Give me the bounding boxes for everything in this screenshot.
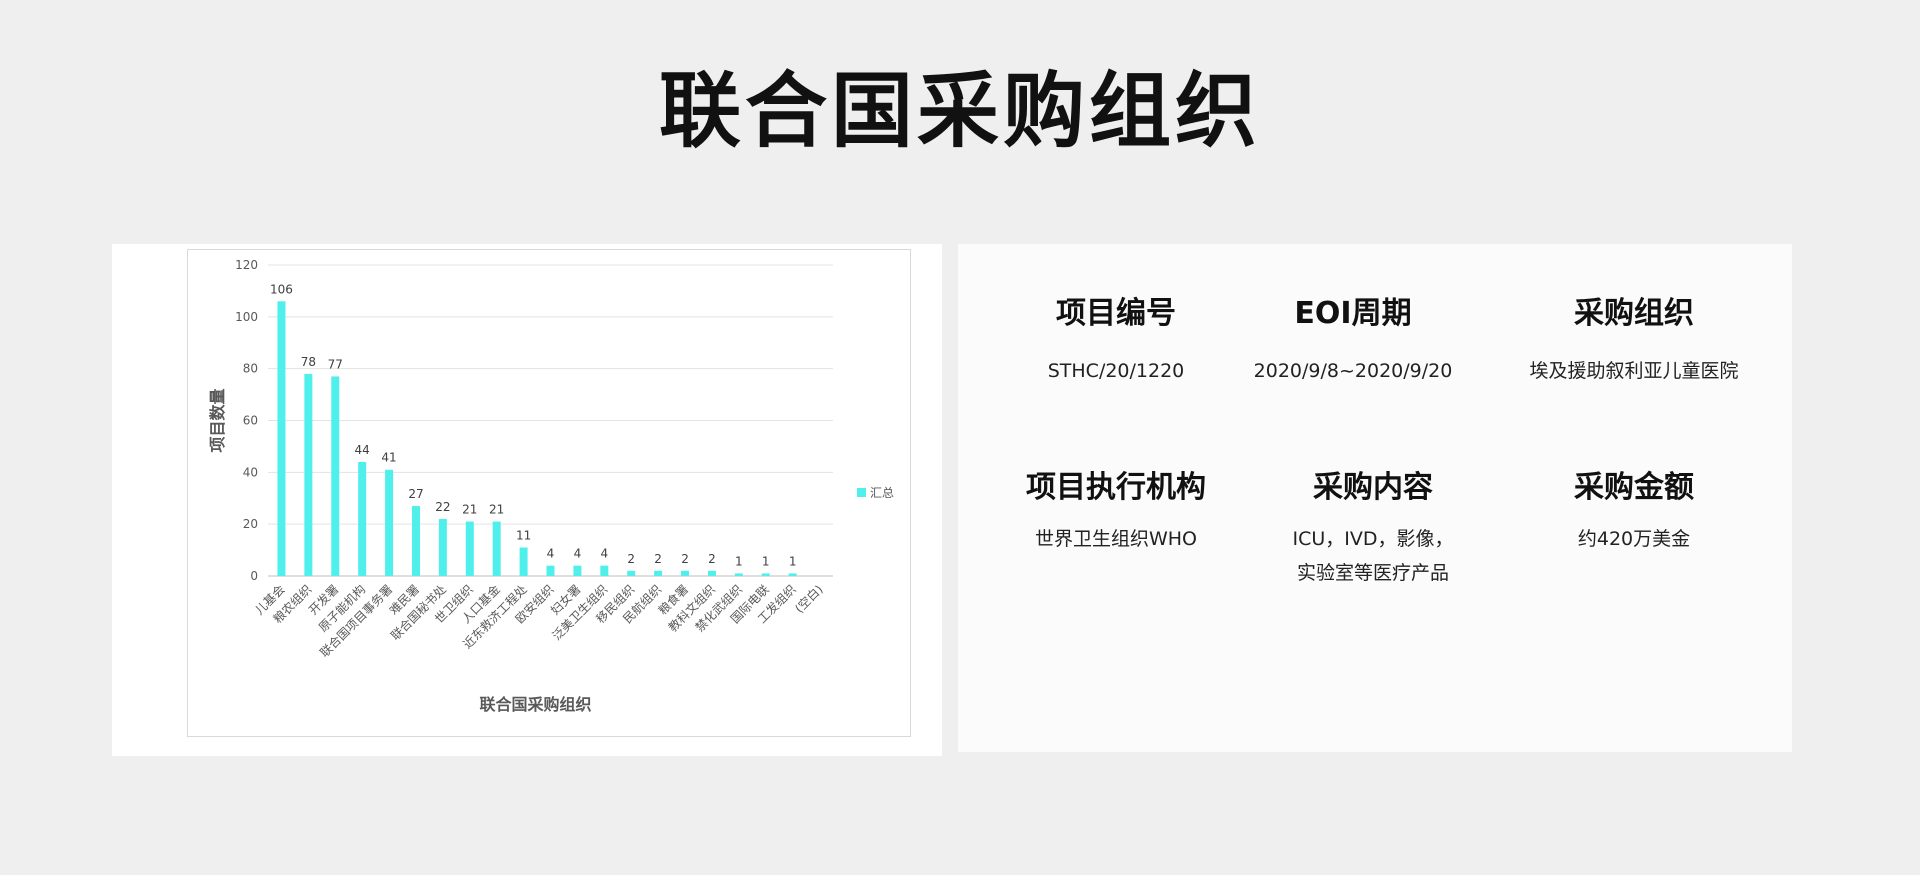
eoi-period-value: 2020/9/8~2020/9/20 xyxy=(1253,360,1453,382)
page-title: 联合国采购组织 xyxy=(658,64,1261,159)
bar xyxy=(492,521,501,576)
content-label: 采购内容 xyxy=(1313,470,1433,505)
project-no-value: STHC/20/1220 xyxy=(1047,360,1185,382)
purchaser-value: 埃及援助叙利亚儿童医院 xyxy=(1529,360,1739,382)
data-label: 78 xyxy=(301,355,316,369)
bar xyxy=(331,376,340,576)
data-label: 11 xyxy=(516,528,531,542)
eoi-period-label: EOI周期 xyxy=(1294,296,1412,331)
amount-label: 采购金额 xyxy=(1574,470,1694,505)
bar xyxy=(788,573,797,576)
info-eoi-period: EOI周期 2020/9/8~2020/9/20 xyxy=(1223,294,1483,388)
info-amount: 采购金额 约420万美金 xyxy=(1500,468,1768,556)
y-tick-label: 40 xyxy=(243,465,258,479)
info-panel: 项目编号 STHC/20/1220 EOI周期 2020/9/8~2020/9/… xyxy=(958,244,1792,752)
data-label: 4 xyxy=(547,547,555,561)
content-value-line2: 实验室等医疗产品 xyxy=(1296,562,1449,584)
info-purchaser: 采购组织 埃及援助叙利亚儿童医院 xyxy=(1500,294,1768,388)
data-label: 2 xyxy=(708,552,716,566)
data-label: 22 xyxy=(435,500,450,514)
data-label: 1 xyxy=(762,554,770,568)
data-label: 106 xyxy=(270,282,293,296)
bar-chart: 020406080100120106儿基会78粮农组织77开发署44原子能机构4… xyxy=(208,258,894,714)
y-tick-label: 0 xyxy=(250,569,258,583)
y-tick-label: 20 xyxy=(243,517,258,531)
x-axis-title: 联合国采购组织 xyxy=(479,695,591,714)
data-label: 4 xyxy=(600,547,608,561)
bar xyxy=(304,373,313,576)
y-tick-label: 100 xyxy=(235,310,258,324)
legend-swatch xyxy=(857,488,866,497)
legend-label: 汇总 xyxy=(870,486,894,500)
bar xyxy=(573,565,582,576)
bar xyxy=(385,469,394,576)
data-label: 41 xyxy=(381,451,396,465)
bar xyxy=(761,573,770,576)
y-tick-label: 80 xyxy=(243,362,258,376)
content-value-line1: ICU，IVD，影像， xyxy=(1292,528,1454,550)
executing-agency-label: 项目执行机构 xyxy=(1026,470,1206,505)
y-tick-label: 120 xyxy=(235,258,258,272)
bar xyxy=(465,521,474,576)
executing-agency-value: 世界卫生组织WHO xyxy=(1034,528,1198,550)
data-label: 1 xyxy=(735,554,743,568)
content-value: ICU，IVD，影像， 实验室等医疗产品 xyxy=(1243,522,1503,590)
info-project-no: 项目编号 STHC/20/1220 xyxy=(986,294,1246,388)
bar xyxy=(600,565,609,576)
data-label: 21 xyxy=(489,503,504,517)
info-executing-agency: 项目执行机构 世界卫生组织WHO xyxy=(986,468,1246,556)
bar xyxy=(438,518,447,576)
bar xyxy=(734,573,743,576)
data-label: 1 xyxy=(789,554,797,568)
data-label: 44 xyxy=(355,443,370,457)
data-label: 2 xyxy=(654,552,662,566)
x-tick-label: (空白) xyxy=(791,582,825,616)
y-tick-label: 60 xyxy=(243,414,258,428)
data-label: 2 xyxy=(627,552,635,566)
bar xyxy=(546,565,555,576)
chart-frame: 0 20 40 60 80 100 120 106 儿基会 78 粮农组织 77 开发署 44 原子能机构 4… xyxy=(187,249,911,737)
bar xyxy=(707,570,716,576)
y-axis-title: 项目数量 xyxy=(208,388,227,452)
data-label: 2 xyxy=(681,552,689,566)
data-label: 21 xyxy=(462,503,477,517)
bar xyxy=(277,301,286,576)
info-content: 采购内容 ICU，IVD，影像， 实验室等医疗产品 xyxy=(1243,468,1503,590)
data-label: 77 xyxy=(328,357,343,371)
project-no-label: 项目编号 xyxy=(1056,296,1176,331)
data-label: 4 xyxy=(574,547,582,561)
amount-value: 约420万美金 xyxy=(1577,528,1691,550)
bar xyxy=(519,547,528,576)
purchaser-label: 采购组织 xyxy=(1574,296,1694,331)
chart-panel: 0 20 40 60 80 100 120 106 儿基会 78 粮农组织 77 开发署 44 原子能机构 4… xyxy=(112,244,942,756)
bar xyxy=(681,570,690,576)
data-label: 27 xyxy=(408,487,423,501)
bar xyxy=(627,570,636,576)
bar xyxy=(411,506,420,576)
bar xyxy=(654,570,663,576)
bar xyxy=(358,461,367,576)
